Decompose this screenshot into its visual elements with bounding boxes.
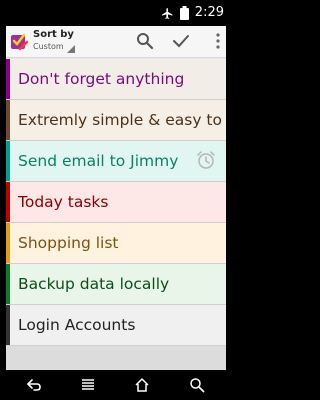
search-icon[interactable] bbox=[189, 377, 205, 393]
action-bar: Sort by Custom bbox=[6, 26, 226, 58]
task-color-stripe bbox=[6, 141, 10, 181]
device-screen: 2:29 Sort by Custom Don't forget anythin… bbox=[0, 0, 232, 400]
task-color-stripe bbox=[6, 59, 10, 99]
task-label: Don't forget anything bbox=[18, 70, 185, 88]
app-window: Sort by Custom Don't forget anything Ext… bbox=[6, 26, 226, 370]
home-icon[interactable] bbox=[134, 377, 150, 393]
task-label: Extremly simple & easy to use bbox=[18, 111, 226, 129]
sort-by-dropdown[interactable]: Sort by Custom bbox=[33, 29, 105, 57]
task-row[interactable]: Extremly simple & easy to use bbox=[6, 100, 226, 141]
navigation-bar bbox=[0, 370, 232, 400]
task-row[interactable]: Don't forget anything bbox=[6, 59, 226, 100]
home-list-icon[interactable] bbox=[80, 377, 96, 393]
list-footer bbox=[6, 346, 226, 370]
battery-icon bbox=[179, 6, 189, 20]
search-icon[interactable] bbox=[136, 32, 154, 50]
check-icon[interactable] bbox=[172, 32, 190, 50]
status-icons: 2:29 bbox=[161, 5, 224, 21]
overflow-menu-icon[interactable] bbox=[214, 32, 222, 50]
task-label: Today tasks bbox=[18, 193, 109, 211]
task-color-stripe bbox=[6, 305, 10, 345]
task-color-stripe bbox=[6, 182, 10, 222]
task-color-stripe bbox=[6, 264, 10, 304]
task-row[interactable]: Shopping list bbox=[6, 223, 226, 264]
app-logo-icon[interactable] bbox=[10, 32, 28, 52]
dropdown-corner-icon bbox=[67, 45, 75, 53]
sort-by-label: Sort by bbox=[33, 29, 74, 40]
task-row[interactable]: Today tasks bbox=[6, 182, 226, 223]
task-row[interactable]: Backup data locally bbox=[6, 264, 226, 305]
task-color-stripe bbox=[6, 223, 10, 263]
alarm-clock-icon[interactable] bbox=[196, 150, 216, 170]
task-label: Login Accounts bbox=[18, 316, 136, 334]
task-label: Send email to Jimmy bbox=[18, 152, 179, 170]
task-row[interactable]: Send email to Jimmy bbox=[6, 141, 226, 182]
task-label: Shopping list bbox=[18, 234, 119, 252]
task-color-stripe bbox=[6, 100, 10, 140]
status-bar: 2:29 bbox=[0, 0, 232, 26]
task-list: Don't forget anything Extremly simple & … bbox=[6, 59, 226, 346]
airplane-mode-icon bbox=[161, 7, 173, 19]
task-row[interactable]: Login Accounts bbox=[6, 305, 226, 346]
task-label: Backup data locally bbox=[18, 275, 170, 293]
sort-by-value: Custom bbox=[33, 42, 64, 51]
status-time: 2:29 bbox=[194, 5, 224, 20]
back-icon[interactable] bbox=[26, 377, 42, 393]
